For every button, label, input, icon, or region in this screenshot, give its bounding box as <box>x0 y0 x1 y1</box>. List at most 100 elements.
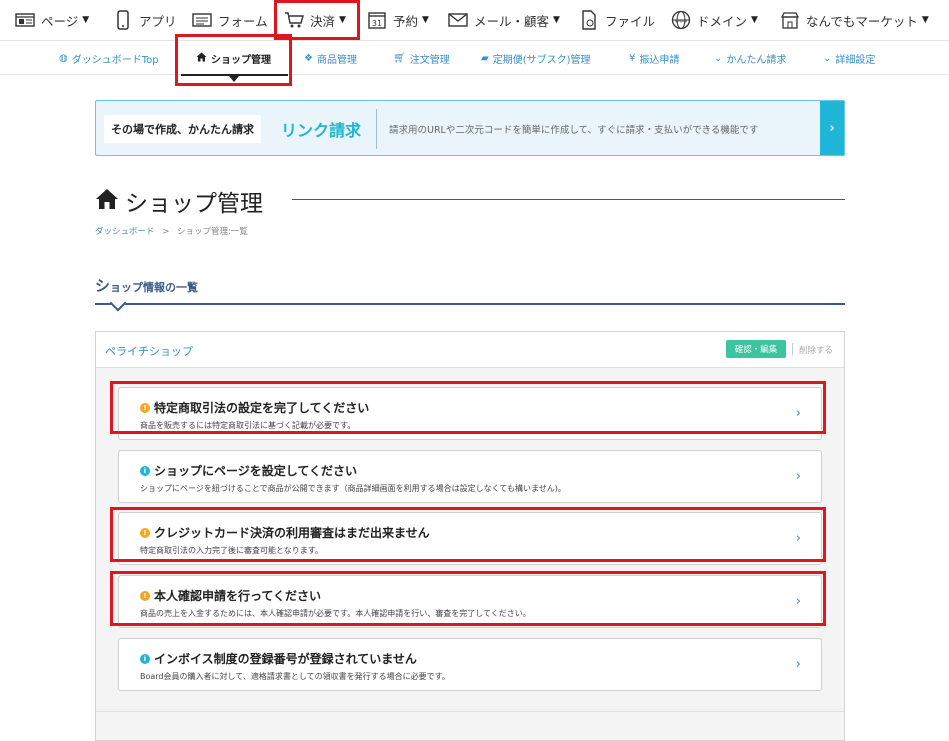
truck-icon: ▰ <box>481 52 489 64</box>
nav-item-app[interactable]: アプリ <box>112 0 177 40</box>
link-billing-banner[interactable]: その場で作成、かんたん請求 リンク請求 請求用のURLや二次元コードを簡単に作成… <box>95 100 845 156</box>
yen-icon: ¥ <box>629 52 636 64</box>
chevron-down-icon: ▼ <box>553 15 560 25</box>
nav-item-file[interactable]: ファイル <box>578 0 655 40</box>
nav-label: ファイル <box>605 13 656 29</box>
nav-label: アプリ <box>139 13 177 29</box>
breadcrumb-current: ショップ管理:一覧 <box>177 227 248 237</box>
card-title: クレジットカード決済の利用審査はまだ出来ません <box>154 526 430 540</box>
subnav-label: 定期便(サブスク)管理 <box>492 54 591 66</box>
card-description: 商品を販売するには特定商取引法に基づく記載が必要です。 <box>140 421 356 430</box>
nav-item-reservation[interactable]: 31 予約 ▼ <box>366 0 429 40</box>
chevron-down-icon: ⌄ <box>714 52 723 64</box>
banner-link-title: リンク請求 <box>281 121 362 140</box>
chevron-down-icon: ▼ <box>422 15 429 25</box>
task-card-identity[interactable]: ! 本人確認申請を行ってください 商品の売上を入金するためには、本人確認申請が必要… <box>118 575 822 628</box>
top-nav: ページ ▼ アプリ フォーム 決済 ▼ 31 予約 ▼ メール・顧客 ▼ ファイル ww… <box>0 0 949 41</box>
nav-label: メール・顧客 <box>474 13 550 29</box>
chevron-down-icon: ⌄ <box>823 52 832 64</box>
title-divider <box>292 199 845 200</box>
chevron-down-icon: ▼ <box>82 15 90 25</box>
phone-icon <box>112 10 134 30</box>
card-title: 本人確認申請を行ってください <box>154 589 322 603</box>
home-icon <box>196 52 207 65</box>
subnav-products[interactable]: ❖ 商品管理 <box>304 41 357 75</box>
card-description: Board会員の購入者に対して、適格請求書としての領収書を発行する場合に必要です… <box>140 672 450 681</box>
nav-label: ページ <box>41 13 79 29</box>
subnav-transfer[interactable]: ¥ 振込申請 <box>629 41 679 75</box>
mail-icon <box>447 10 469 30</box>
task-card-invoice[interactable]: i インボイス制度の登録番号が登録されていません Board会員の購入者に対して、… <box>118 638 822 691</box>
nav-label: 予約 <box>393 13 419 29</box>
breadcrumb-dashboard[interactable]: ダッシュボード <box>95 227 155 237</box>
chevron-right-icon: › <box>795 531 801 546</box>
calendar-icon: 31 <box>366 10 388 30</box>
chevron-right-icon: › <box>795 657 801 672</box>
subnav-dashboard[interactable]: ◍ ダッシュボードTop <box>59 41 159 75</box>
products-icon: ❖ <box>304 52 313 64</box>
chevron-down-icon: ▼ <box>751 15 758 25</box>
globe-icon: www <box>670 10 692 30</box>
globe-badge: www <box>675 19 687 25</box>
page-title: ショップ管理 <box>95 186 263 217</box>
calendar-badge: 31 <box>372 19 382 28</box>
nav-item-market[interactable]: なんでもマーケット ▼ <box>779 0 929 40</box>
subnav-label: ショップ管理 <box>211 54 271 66</box>
panel-bottom-divider <box>96 711 844 712</box>
chevron-right-icon: › <box>795 594 801 609</box>
market-icon <box>779 10 801 30</box>
shop-panel-header: ペライチショップ 確認・編集 削除する <box>96 332 844 368</box>
task-card-shop-page[interactable]: i ショップにページを設定してください ショップにページを紐づけることで商品が公開… <box>118 450 822 503</box>
subnav-advanced-settings[interactable]: ⌄ 詳細設定 <box>823 41 875 75</box>
section-notch <box>109 294 127 312</box>
subnav-shop-management[interactable]: ショップ管理 <box>196 41 271 75</box>
nav-item-mail[interactable]: メール・顧客 ▼ <box>447 0 560 40</box>
chevron-right-icon[interactable]: › <box>820 101 844 155</box>
form-icon <box>191 10 213 30</box>
info-icon: i <box>140 653 150 664</box>
subnav-label: 詳細設定 <box>835 54 876 66</box>
page-icon <box>14 10 36 30</box>
section-underline <box>95 303 845 305</box>
active-tab-arrow <box>229 76 239 82</box>
card-description: 特定商取引法の入力完了後に審査可能となります。 <box>140 546 323 555</box>
shop-name[interactable]: ペライチショップ <box>105 343 193 359</box>
breadcrumb-separator: > <box>162 227 170 237</box>
dashboard-icon: ◍ <box>59 52 68 64</box>
cart-icon <box>283 10 305 30</box>
confirm-edit-button[interactable]: 確認・編集 <box>726 340 786 358</box>
card-description: ショップにページを紐づけることで商品が公開できます（商品詳細画面を利用する場合は… <box>140 484 566 493</box>
section-title: ショップ情報の一覧 <box>95 277 199 295</box>
card-description: 商品の売上を入金するためには、本人確認申請が必要です。本人確認申請を行い、審査を… <box>140 609 531 618</box>
nav-item-form[interactable]: フォーム <box>191 0 268 40</box>
chevron-right-icon: › <box>795 469 801 484</box>
page-title-text: ショップ管理 <box>125 191 263 217</box>
chevron-right-icon: › <box>795 406 801 421</box>
sub-nav: ◍ ダッシュボードTop ショップ管理 ❖ 商品管理 🛒︎ 注文管理 ▰ 定期便(サブス… <box>0 41 949 75</box>
warning-icon: ! <box>140 402 150 413</box>
nav-label: ドメイン <box>697 13 748 29</box>
banner-divider <box>376 109 377 149</box>
delete-link[interactable]: 削除する <box>799 344 833 356</box>
nav-label: 決済 <box>310 13 336 29</box>
breadcrumb: ダッシュボード > ショップ管理:一覧 <box>95 225 248 237</box>
info-icon: i <box>140 465 150 476</box>
subnav-easy-billing[interactable]: ⌄ かんたん請求 <box>714 41 786 75</box>
subnav-label: 注文管理 <box>409 54 450 66</box>
task-card-commerce-law[interactable]: ! 特定商取引法の設定を完了してください 商品を販売するには特定商取引法に基づく記… <box>118 387 822 440</box>
nav-item-payment[interactable]: 決済 ▼ <box>283 0 346 40</box>
subnav-subscription[interactable]: ▰ 定期便(サブスク)管理 <box>481 41 591 75</box>
chevron-down-icon: ▼ <box>339 15 346 25</box>
subnav-label: ダッシュボードTop <box>71 54 159 66</box>
nav-item-domain[interactable]: www ドメイン ▼ <box>670 0 758 40</box>
card-title: ショップにページを設定してください <box>154 464 358 478</box>
task-card-credit-card[interactable]: ! クレジットカード決済の利用審査はまだ出来ません 特定商取引法の入力完了後に審査… <box>118 512 822 565</box>
card-title: 特定商取引法の設定を完了してください <box>154 401 370 415</box>
subnav-orders[interactable]: 🛒︎ 注文管理 <box>393 41 450 75</box>
file-icon <box>578 10 600 30</box>
nav-item-page[interactable]: ページ ▼ <box>14 0 89 40</box>
cart-icon: 🛒︎ <box>393 52 406 64</box>
nav-label: なんでもマーケット <box>806 13 918 29</box>
chevron-down-icon: ▼ <box>921 15 929 25</box>
warning-icon: ! <box>140 527 150 538</box>
